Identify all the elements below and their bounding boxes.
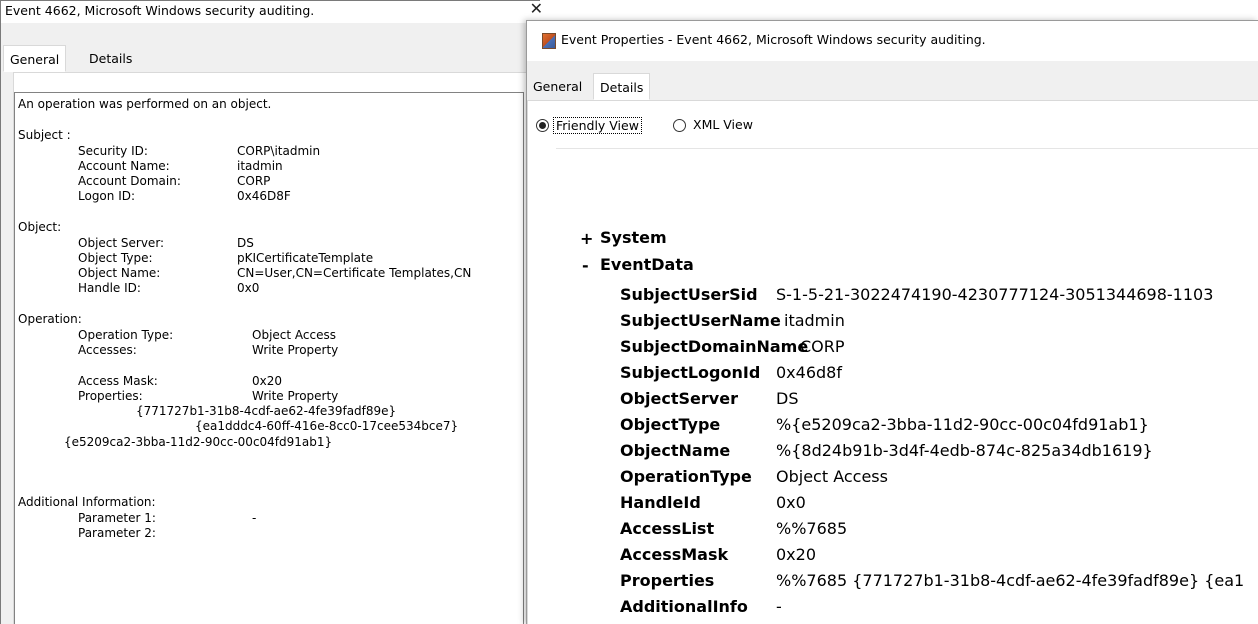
- tab-general[interactable]: General: [3, 45, 67, 72]
- field-value: pKICertificateTemplate: [237, 251, 374, 265]
- field-label: Object Server:: [78, 236, 165, 250]
- field-label: Operation Type:: [78, 328, 174, 342]
- tab-details[interactable]: Details: [83, 47, 138, 72]
- right-window-titlebar: Event Properties - Event 4662, Microsoft…: [527, 21, 1258, 61]
- field-label: Access Mask:: [78, 374, 158, 388]
- friendly-view-radio[interactable]: [536, 119, 549, 132]
- field-label: Handle ID:: [78, 281, 141, 295]
- event-data-key: ObjectType: [620, 415, 721, 434]
- event-data-key: AdditionalInfo: [620, 597, 748, 616]
- field-value: 0x46D8F: [237, 189, 291, 203]
- details-tab-panel: Friendly View XML View + System - EventD…: [527, 100, 1258, 624]
- event-data-value: Object Access: [776, 467, 888, 486]
- field-value: itadmin: [237, 159, 283, 173]
- eventdata-node[interactable]: EventData: [600, 255, 694, 274]
- friendly-view-option[interactable]: Friendly View: [536, 115, 676, 135]
- field-label: Accesses:: [78, 343, 137, 357]
- event-data-value: S-1-5-21-3022474190-4230777124-305134469…: [776, 285, 1214, 304]
- event-data-value: CORP: [800, 337, 845, 356]
- field-label: Object Name:: [78, 266, 161, 280]
- event-data-value: 0x0: [776, 493, 806, 512]
- field-value: CORP\itadmin: [237, 144, 321, 158]
- field-value: Write Property: [252, 389, 339, 403]
- collapse-toggle-icon[interactable]: -: [582, 256, 589, 275]
- event-data-key: AccessList: [620, 519, 715, 538]
- event-properties-window: Event Properties - Event 4662, Microsoft…: [526, 20, 1258, 624]
- additional-info-header: Additional Information:: [18, 495, 156, 509]
- event-data-value: -: [776, 597, 782, 616]
- field-value: -: [252, 511, 257, 525]
- event-data-value: itadmin: [784, 311, 845, 330]
- field-value: CN=User,CN=Certificate Templates,CN: [237, 266, 472, 280]
- subject-header: Subject :: [18, 128, 71, 142]
- event-data-value: %%7685 {771727b1-31b8-4cdf-ae62-4fe39fad…: [776, 571, 1245, 590]
- event-data-value: DS: [776, 389, 799, 408]
- event-data-key: ObjectName: [620, 441, 731, 460]
- field-label: Security ID:: [78, 144, 148, 158]
- event-data-value: 0x20: [776, 545, 817, 564]
- tab-details[interactable]: Details: [593, 73, 651, 100]
- event-data-view: + System - EventData SubjectUserSid S-1-…: [556, 148, 1258, 624]
- system-node[interactable]: System: [600, 228, 667, 247]
- field-label: Parameter 2:: [78, 526, 156, 540]
- property-guid: {ea1dddc4-60ff-416e-8cc0-17cee534bce7}: [195, 419, 459, 433]
- field-value: Object Access: [252, 328, 336, 342]
- field-value: 0x20: [252, 374, 283, 388]
- expand-toggle-icon[interactable]: +: [580, 229, 593, 248]
- field-value: Write Property: [252, 343, 339, 357]
- general-tab-panel: An operation was performed on an object.…: [13, 72, 533, 624]
- event-data-key: SubjectUserName: [620, 311, 781, 330]
- xml-view-radio[interactable]: [673, 119, 686, 132]
- field-value: 0x0: [237, 281, 260, 295]
- left-window-title: Event 4662, Microsoft Windows security a…: [5, 3, 315, 18]
- event-data-key: OperationType: [620, 467, 752, 486]
- field-label: Object Type:: [78, 251, 153, 265]
- event-description-box[interactable]: An operation was performed on an object.…: [14, 92, 524, 624]
- operation-header: Operation:: [18, 312, 82, 326]
- right-tab-strip: General Details: [527, 73, 1258, 100]
- field-label: Parameter 1:: [78, 511, 156, 525]
- event-data-value: 0x46d8f: [776, 363, 842, 382]
- event-data-key: Properties: [620, 571, 715, 590]
- event-data-key: HandleId: [620, 493, 701, 512]
- event-data-value: %{8d24b91b-3d4f-4edb-874c-825a34db1619}: [776, 441, 1153, 460]
- event-data-value: %{e5209ca2-3bba-11d2-90cc-00c04fd91ab1}: [776, 415, 1149, 434]
- event-viewer-icon: [542, 33, 556, 49]
- field-label: Properties:: [78, 389, 143, 403]
- event-data-key: AccessMask: [620, 545, 729, 564]
- event-data-key: ObjectServer: [620, 389, 738, 408]
- object-header: Object:: [18, 220, 62, 234]
- field-label: Account Domain:: [78, 174, 181, 188]
- left-window-titlebar: Event 4662, Microsoft Windows security a…: [1, 0, 543, 23]
- field-value: DS: [237, 236, 254, 250]
- event-data-key: SubjectDomainName: [620, 337, 809, 356]
- field-label: Account Name:: [78, 159, 170, 173]
- event-data-key: SubjectUserSid: [620, 285, 758, 304]
- tab-general[interactable]: General: [527, 75, 588, 100]
- event-description: An operation was performed on an object.: [18, 97, 272, 111]
- event-data-value: %%7685: [776, 519, 848, 538]
- xml-view-option[interactable]: XML View: [672, 115, 792, 135]
- event-data-key: SubjectLogonId: [620, 363, 761, 382]
- right-window-title: Event Properties - Event 4662, Microsoft…: [561, 32, 986, 47]
- xml-view-label[interactable]: XML View: [693, 117, 753, 132]
- property-guid: {771727b1-31b8-4cdf-ae62-4fe39fadf89e}: [136, 404, 397, 418]
- event-general-window: Event 4662, Microsoft Windows security a…: [0, 0, 543, 624]
- close-icon[interactable]: ✕: [530, 0, 543, 19]
- property-guid: {e5209ca2-3bba-11d2-90cc-00c04fd91ab1}: [64, 435, 333, 449]
- field-value: CORP: [237, 174, 271, 188]
- field-label: Logon ID:: [78, 189, 136, 203]
- friendly-view-label[interactable]: Friendly View: [553, 117, 642, 134]
